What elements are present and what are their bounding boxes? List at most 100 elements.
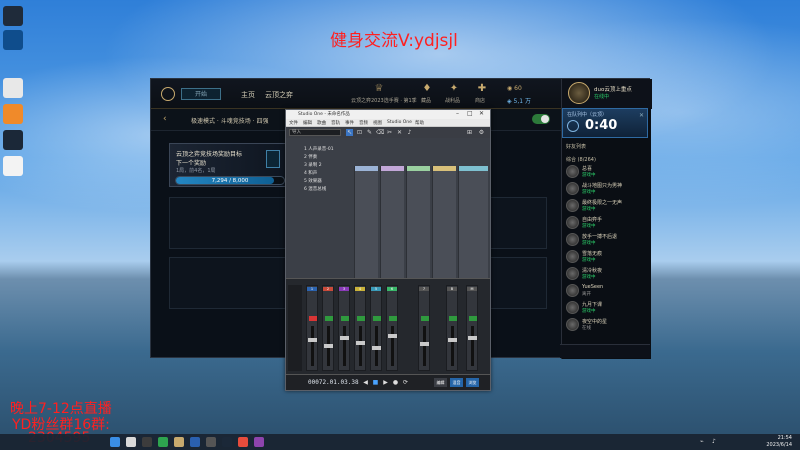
rewind-icon[interactable]: ◀ xyxy=(362,379,369,386)
menu-studio-one[interactable]: Studio One xyxy=(387,120,412,125)
taskbar-app-3-icon[interactable] xyxy=(206,437,216,447)
track-row[interactable]: 1 人声录音-01 xyxy=(304,146,352,152)
reward-progress-text: 7,294 / 8,000 xyxy=(211,178,249,184)
mixer-main[interactable]: M xyxy=(466,285,478,371)
settings-toggle[interactable] xyxy=(532,114,550,124)
lol-logo-icon[interactable] xyxy=(161,87,175,101)
reward-title: 云顶之弈竞技场奖励目标 xyxy=(176,151,243,158)
daw-title: Studio One - 未命名作品 xyxy=(298,112,350,117)
menu-help[interactable]: 帮助 xyxy=(415,120,424,126)
taskbar-lol-icon[interactable] xyxy=(174,437,184,447)
mixer-channel-5[interactable]: 5 xyxy=(370,285,382,371)
menu-audio[interactable]: 音频 xyxy=(359,120,368,126)
menu-file[interactable]: 文件 xyxy=(289,120,298,126)
be-amount: ◉ 60 xyxy=(507,85,522,92)
track-row[interactable]: 5 效果器 xyxy=(304,178,352,184)
eraser-tool-icon[interactable]: ⌫ xyxy=(376,129,384,136)
pencil-tool-icon[interactable]: ✎ xyxy=(366,129,373,136)
taskbar-app-4-icon[interactable] xyxy=(238,437,248,447)
lane-1 xyxy=(354,166,378,291)
nav-tft[interactable]: 云顶之弈 xyxy=(265,90,293,100)
range-tool-icon[interactable]: ⊡ xyxy=(356,129,363,136)
menu-event[interactable]: 事件 xyxy=(345,120,354,126)
desktop-icon-file[interactable] xyxy=(3,156,23,176)
player-avatar[interactable] xyxy=(568,82,590,104)
trophy-icon[interactable]: ♕ xyxy=(373,83,385,95)
reward-badge-icon xyxy=(266,150,280,168)
daw-arrange-view: 1 人声录音-01 2 伴奏 3 录制 2 4 和声 5 效果器 6 混音总线 xyxy=(286,138,490,291)
taskbar-steam-icon[interactable] xyxy=(222,437,232,447)
taskview-icon[interactable] xyxy=(142,437,152,447)
mixer-channel-7[interactable]: 7 xyxy=(418,285,430,371)
menu-song[interactable]: 歌曲 xyxy=(317,120,326,126)
daw-title-bar: Studio One - 未命名作品 – □ ✕ xyxy=(286,110,490,119)
track-row[interactable]: 3 录制 2 xyxy=(304,162,352,168)
taskbar-daw-icon[interactable] xyxy=(254,437,264,447)
menu-edit[interactable]: 编辑 xyxy=(303,120,312,126)
rp-amount: ◈ 5,1 万 xyxy=(507,98,531,105)
track-row[interactable]: 2 伴奏 xyxy=(304,154,352,160)
close-window-icon[interactable]: ✕ xyxy=(479,110,484,117)
desktop-icon-1[interactable] xyxy=(3,6,23,26)
mixer-channel-6[interactable]: 6 xyxy=(386,285,398,371)
mixer-channel-3[interactable]: 3 xyxy=(338,285,350,371)
record-icon[interactable]: ● xyxy=(392,379,399,386)
desktop-icon-steam[interactable] xyxy=(3,130,23,150)
mix-view-button[interactable]: 混音 xyxy=(450,378,463,387)
mixer-channel-4[interactable]: 4 xyxy=(354,285,366,371)
top-label-loot: 战利品 xyxy=(445,98,461,104)
clash-icon[interactable]: ✦ xyxy=(448,83,460,95)
social-panel: duo云顶上重点 在线中 xyxy=(561,79,652,359)
taskbar-clock[interactable]: 21:54 2023/6/14 xyxy=(766,435,792,448)
lane-2 xyxy=(380,166,404,291)
desktop-icon-2[interactable] xyxy=(3,30,23,50)
track-row[interactable]: 4 和声 xyxy=(304,170,352,176)
lobby-slot-2 xyxy=(169,257,287,309)
browse-view-button[interactable]: 浏览 xyxy=(466,378,479,387)
taskbar-app-1-icon[interactable] xyxy=(158,437,168,447)
search-icon[interactable] xyxy=(126,437,136,447)
volume-icon[interactable]: ♪ xyxy=(712,438,716,445)
stop-icon[interactable]: ■ xyxy=(372,379,379,386)
top-label-pass: 云顶之弈2023选手赛 · 第1季 xyxy=(351,98,417,104)
mixer-channel-2[interactable]: 2 xyxy=(322,285,334,371)
play-icon[interactable]: ▶ xyxy=(382,379,389,386)
desktop-icon-3[interactable] xyxy=(3,78,23,98)
back-chevron-icon[interactable]: ‹ xyxy=(163,114,167,124)
loot-icon[interactable]: ♦ xyxy=(421,83,433,95)
daw-window: Studio One - 未命名作品 – □ ✕ 文件 编辑 歌曲 音轨 事件 … xyxy=(285,109,491,391)
nav-home[interactable]: 主页 xyxy=(241,90,255,100)
network-icon[interactable]: ⌁ xyxy=(700,438,704,445)
settings-icon[interactable]: ⚙ xyxy=(478,129,485,136)
play-button[interactable]: 开始 xyxy=(181,88,221,100)
snap-icon[interactable]: ⊞ xyxy=(466,129,473,136)
menu-track[interactable]: 音轨 xyxy=(331,120,340,126)
minimize-icon[interactable]: – xyxy=(456,110,459,117)
windows-start-icon[interactable] xyxy=(110,437,120,447)
transport-time: 00072.01.03.38 xyxy=(308,379,359,386)
arrow-tool-icon[interactable]: ↖ xyxy=(346,129,353,136)
lane-3 xyxy=(406,166,430,291)
bend-tool-icon[interactable]: ♪ xyxy=(406,129,413,136)
taskbar-app-2-icon[interactable] xyxy=(190,437,200,447)
mixer-bus[interactable]: B xyxy=(446,285,458,371)
mixer-channel-1[interactable]: 1 xyxy=(306,285,318,371)
maximize-icon[interactable]: □ xyxy=(467,110,473,117)
game-mode-label: 极速模式 · 斗魂竞技场 · 四强 xyxy=(191,118,269,125)
mute-tool-icon[interactable]: ✕ xyxy=(396,129,403,136)
loop-icon[interactable]: ⟳ xyxy=(402,379,409,386)
split-tool-icon[interactable]: ✂ xyxy=(386,129,393,136)
menu-view[interactable]: 视图 xyxy=(373,120,382,126)
desktop-icon-4[interactable] xyxy=(3,104,23,124)
daw-import-select[interactable]: 导入 xyxy=(289,129,341,136)
daw-transport-bar: 00072.01.03.38 ◀ ■ ▶ ● ⟳ 编辑 混音 浏览 xyxy=(286,374,490,390)
mixer-side-panel xyxy=(288,285,302,371)
daw-mixer: 1 2 3 4 5 6 7 B M xyxy=(286,278,490,374)
rp-value: 5,1 万 xyxy=(513,98,531,105)
track-row[interactable]: 6 混音总线 xyxy=(304,186,352,192)
player-status: 在线中 xyxy=(594,94,610,100)
edit-view-button[interactable]: 编辑 xyxy=(434,378,447,387)
store-icon[interactable]: ✚ xyxy=(476,83,488,95)
be-value: 60 xyxy=(514,85,522,92)
player-name: duo云顶上重点 xyxy=(594,87,632,93)
